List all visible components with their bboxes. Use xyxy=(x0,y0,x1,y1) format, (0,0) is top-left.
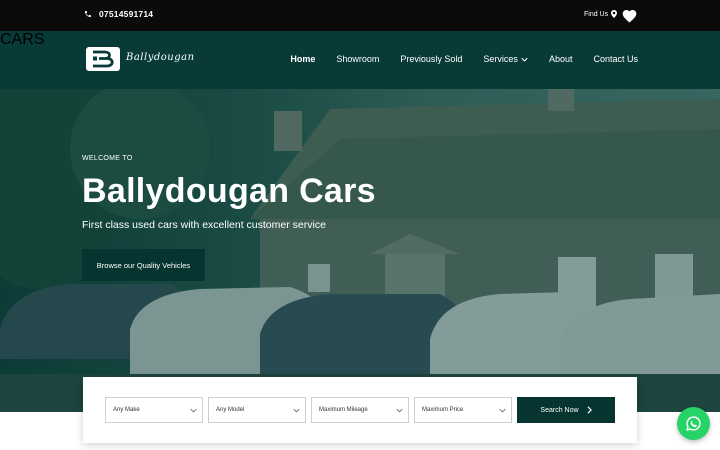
nav-previously-sold[interactable]: Previously Sold xyxy=(400,54,462,64)
nav-about[interactable]: About xyxy=(549,54,573,64)
hero-banner: WELCOME TO Ballydougan Cars First class … xyxy=(0,89,720,412)
browse-vehicles-button[interactable]: Browse our Quality Vehicles xyxy=(82,249,205,281)
nav-contact-us[interactable]: Contact Us xyxy=(593,54,638,64)
nav-services-label: Services xyxy=(483,54,518,64)
mileage-select[interactable]: Maximum Mileage xyxy=(311,397,409,423)
whatsapp-icon xyxy=(686,416,701,431)
hero-welcome: WELCOME TO xyxy=(82,155,133,162)
heart-icon[interactable] xyxy=(621,8,638,23)
nav-home[interactable]: Home xyxy=(290,54,315,64)
nav-showroom[interactable]: Showroom xyxy=(336,54,379,64)
search-now-button[interactable]: Search Now xyxy=(517,397,615,423)
model-select-value: Any Model xyxy=(216,407,245,413)
price-select[interactable]: Maximum Price xyxy=(414,397,512,423)
nav-previously-sold-label: Previously Sold xyxy=(400,54,463,64)
chevron-down-icon xyxy=(521,57,528,62)
make-select-value: Any Make xyxy=(113,407,140,413)
nav-about-label: About xyxy=(548,54,573,64)
chevron-down-icon xyxy=(396,408,403,413)
whatsapp-button[interactable] xyxy=(677,407,710,440)
chevron-down-icon xyxy=(190,408,197,413)
top-bar: 07514591714 Find Us xyxy=(0,0,720,31)
chevron-right-icon xyxy=(587,406,592,414)
model-select[interactable]: Any Model xyxy=(208,397,306,423)
hero-tagline: First class used cars with excellent cus… xyxy=(82,219,326,231)
price-select-value: Maximum Price xyxy=(422,407,464,413)
logo-mark xyxy=(86,47,120,71)
find-us-link[interactable]: Find Us xyxy=(584,10,618,18)
phone-link[interactable]: 07514591714 xyxy=(84,9,153,19)
search-now-label: Search Now xyxy=(540,406,579,414)
make-select[interactable]: Any Make xyxy=(105,397,203,423)
nav-contact-us-label: Contact Us xyxy=(593,54,638,64)
hero-title: Ballydougan Cars xyxy=(82,172,376,210)
main-navbar: Ballydougan CARS Home Showroom Previousl… xyxy=(0,31,720,89)
primary-nav: Home Showroom Previously Sold Services A… xyxy=(290,54,638,64)
mileage-select-value: Maximum Mileage xyxy=(319,407,368,413)
brand-sub: CARS xyxy=(0,31,45,48)
chevron-down-icon xyxy=(499,408,506,413)
nav-services[interactable]: Services xyxy=(483,54,528,64)
map-pin-icon xyxy=(611,10,618,18)
brand-logo[interactable]: Ballydougan xyxy=(86,47,195,71)
brand-name: Ballydougan xyxy=(126,51,195,63)
vehicle-search-panel: Any Make Any Model Maximum Mileage Maxim… xyxy=(83,377,637,443)
nav-showroom-label: Showroom xyxy=(336,54,380,64)
phone-icon xyxy=(85,11,91,17)
nav-home-label: Home xyxy=(290,54,316,64)
find-us-label: Find Us xyxy=(584,10,609,18)
chevron-down-icon xyxy=(293,408,300,413)
phone-number: 07514591714 xyxy=(99,9,154,19)
